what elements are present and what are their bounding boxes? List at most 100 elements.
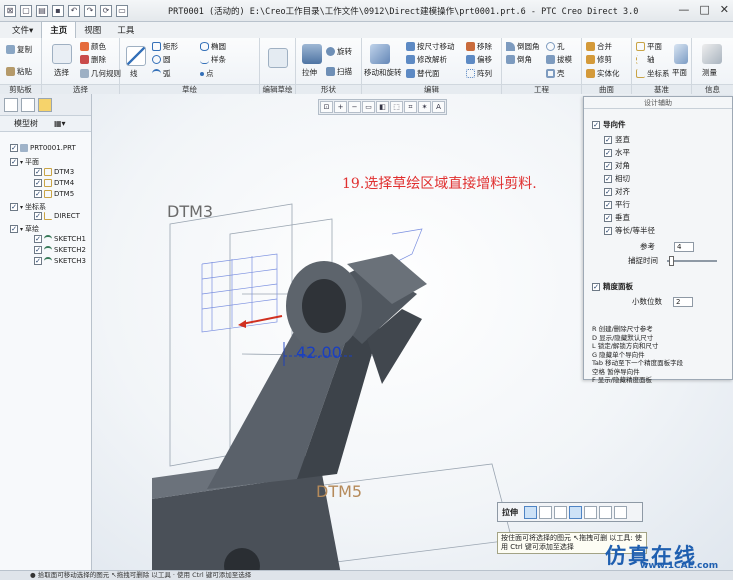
color-button[interactable]: 颜色 <box>80 41 106 52</box>
maximize-button[interactable]: □ <box>699 3 709 16</box>
axis-button[interactable]: 轴 <box>636 54 655 65</box>
measure-icon[interactable] <box>702 44 722 64</box>
checkbox[interactable]: ✓ <box>604 187 612 196</box>
new-file-icon[interactable]: ▢ <box>20 4 32 17</box>
window-icon[interactable]: ▭ <box>116 4 128 17</box>
geometry-rule-button[interactable]: 几何规则 <box>80 68 121 79</box>
mini-toolbar-label[interactable]: 拉伸 <box>502 507 518 518</box>
collapse-icon[interactable]: ▾ <box>20 204 23 211</box>
regenerate-icon[interactable]: ⟳ <box>100 4 112 17</box>
model-tree-tab[interactable] <box>4 98 18 112</box>
checkbox[interactable]: ✓ <box>34 168 42 176</box>
checkbox[interactable]: ✓ <box>604 226 612 235</box>
options-icon[interactable] <box>584 505 597 519</box>
rectangle-button[interactable]: 矩形 <box>152 41 178 52</box>
checkbox[interactable]: ✓ <box>10 203 18 211</box>
offset-button[interactable]: 偏移 <box>466 54 492 65</box>
checkbox[interactable]: ✓ <box>34 257 42 265</box>
checkbox[interactable]: ✓ <box>604 174 612 183</box>
datum-label-dtm3[interactable]: DTM3 <box>167 202 213 221</box>
save-icon[interactable]: ▪ <box>52 4 64 17</box>
tree-item-dtm3[interactable]: ✓ DTM3 <box>34 168 74 176</box>
tree-item-csys-group[interactable]: ✓ ▾ 坐标系 <box>10 202 46 212</box>
delete-button[interactable]: 删除 <box>80 54 106 65</box>
collapse-icon[interactable]: ▾ <box>20 226 23 233</box>
close-button[interactable]: ✕ <box>720 3 729 16</box>
tree-settings-icon[interactable]: ▦▾ <box>54 119 66 128</box>
tree-item-planes[interactable]: ✓ ▾ 平面 <box>10 157 39 167</box>
guide-parallel[interactable]: ✓ 平行 <box>604 199 630 210</box>
reference-spinner[interactable]: 4 <box>674 241 694 252</box>
remove-button[interactable]: 移除 <box>466 41 492 52</box>
checkbox[interactable]: ✓ <box>592 120 600 129</box>
datum-plane-big-icon[interactable] <box>674 44 688 64</box>
replace-face-button[interactable]: 替代面 <box>406 68 440 79</box>
datum-plane-label[interactable]: 平面 <box>672 67 687 78</box>
dimension-value[interactable]: 42.00 <box>296 343 342 362</box>
guide-vertical[interactable]: ✓ 竖直 <box>604 134 630 145</box>
guide-align[interactable]: ✓ 对齐 <box>604 186 630 197</box>
move-rotate-label[interactable]: 移动和旋转 <box>364 67 402 78</box>
undo-icon[interactable]: ↶ <box>68 4 80 17</box>
move-by-dim-button[interactable]: 按尺寸移动 <box>406 41 455 52</box>
merge-button[interactable]: 合并 <box>586 41 612 52</box>
circle-button[interactable]: 圆 <box>152 54 171 65</box>
tree-item-sketch3[interactable]: ✓ SKETCH3 <box>34 257 86 265</box>
csys-button[interactable]: 坐标系 <box>636 68 670 79</box>
folder-tab[interactable] <box>21 98 35 112</box>
plane-button[interactable]: 平面 <box>636 41 662 52</box>
minimize-button[interactable]: — <box>678 3 689 16</box>
round-button[interactable]: 倒圆角 <box>506 41 540 52</box>
snap-time-slider[interactable] <box>667 255 717 266</box>
sketch-plane-icon[interactable] <box>554 505 567 519</box>
measure-label[interactable]: 测量 <box>702 67 717 78</box>
checkbox[interactable]: ✓ <box>34 235 42 243</box>
remove-material-icon[interactable] <box>539 505 552 519</box>
collapse-icon[interactable]: ▾ <box>20 159 23 166</box>
pattern-button[interactable]: 阵列 <box>466 68 492 79</box>
line-icon[interactable] <box>126 46 146 66</box>
point-button[interactable]: 点 <box>200 68 214 79</box>
modify-analytic-button[interactable]: 修改解析 <box>406 54 447 65</box>
cancel-icon[interactable] <box>599 505 612 519</box>
shell-button[interactable]: 壳 <box>546 68 565 79</box>
precision-panel-toggle[interactable]: ✓ 精度面板 <box>592 281 633 292</box>
sketch-edit-icon[interactable] <box>268 48 288 68</box>
checkbox[interactable]: ✓ <box>604 161 612 170</box>
guides-toggle[interactable]: ✓ 导向件 <box>592 119 626 130</box>
add-material-icon[interactable] <box>524 505 537 519</box>
drag-arrow[interactable] <box>241 315 283 325</box>
tab-view[interactable]: 视图 <box>76 22 109 38</box>
solidify-button[interactable]: 实体化 <box>586 68 620 79</box>
move-rotate-icon[interactable] <box>370 44 390 64</box>
tab-file[interactable]: 文件▾ <box>4 22 41 38</box>
tree-item-sketch1[interactable]: ✓ SKETCH1 <box>34 235 86 243</box>
checkbox[interactable]: ✓ <box>604 135 612 144</box>
arc-button[interactable]: 弧 <box>152 68 171 79</box>
paste-button[interactable]: 粘贴 <box>6 66 32 77</box>
select-icon[interactable] <box>52 44 72 64</box>
redo-icon[interactable]: ↷ <box>84 4 96 17</box>
tree-item-sketch2[interactable]: ✓ SKETCH2 <box>34 246 86 254</box>
datum-label-dtm5[interactable]: DTM5 <box>316 482 362 501</box>
slider-thumb[interactable] <box>669 255 674 266</box>
line-button-label[interactable]: 线 <box>130 68 138 79</box>
checkbox[interactable]: ✓ <box>10 225 18 233</box>
guide-perpendicular[interactable]: ✓ 垂直 <box>604 212 630 223</box>
tab-tools[interactable]: 工具 <box>109 22 142 38</box>
guide-diagonal[interactable]: ✓ 对角 <box>604 160 630 171</box>
checkbox[interactable]: ✓ <box>34 190 42 198</box>
guide-tangent[interactable]: ✓ 相切 <box>604 173 630 184</box>
select-button-label[interactable]: 选择 <box>54 67 69 78</box>
flip-icon[interactable] <box>569 505 582 519</box>
tree-item-direct[interactable]: ✓ DIRECT <box>34 212 80 220</box>
model-tree-header[interactable]: 模型树 ▦▾ <box>0 116 91 132</box>
checkbox[interactable]: ✓ <box>34 179 42 187</box>
spline-button[interactable]: 样条 <box>200 54 226 65</box>
app-icon[interactable]: ⊠ <box>4 4 16 17</box>
draft-button[interactable]: 拔模 <box>546 54 572 65</box>
checkbox[interactable]: ✓ <box>34 212 42 220</box>
open-file-icon[interactable]: ▤ <box>36 4 48 17</box>
tree-item-dtm4[interactable]: ✓ DTM4 <box>34 179 74 187</box>
checkbox[interactable]: ✓ <box>34 246 42 254</box>
